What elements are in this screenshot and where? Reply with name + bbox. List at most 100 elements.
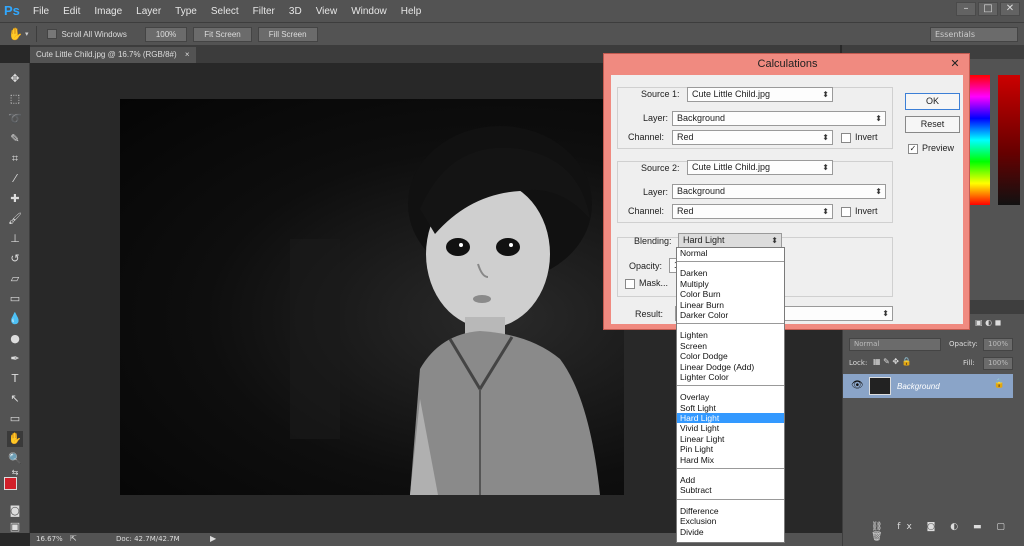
gradient-tool-icon[interactable]: ▭ (7, 291, 23, 307)
blend-option-overlay[interactable]: Overlay (677, 392, 784, 402)
scroll-all-checkbox[interactable] (47, 29, 58, 39)
source2-select[interactable]: Cute Little Child.jpg (687, 160, 833, 175)
blend-option-linear-dodge-add[interactable]: Linear Dodge (Add) (677, 362, 784, 372)
blend-option-vivid-light[interactable]: Vivid Light (677, 423, 784, 433)
type-tool-icon[interactable]: T (7, 371, 23, 387)
blend-option-add[interactable]: Add (677, 475, 784, 485)
menu-edit[interactable]: Edit (56, 6, 87, 17)
fit-screen-button[interactable]: Fit Screen (193, 26, 252, 42)
layer-fill-field[interactable]: 100% (983, 357, 1013, 370)
brush-tool-icon[interactable]: 🖌 (7, 211, 23, 227)
menu-layer[interactable]: Layer (129, 6, 168, 17)
layer-opacity-field[interactable]: 100% (983, 338, 1013, 351)
foreground-color-swatch[interactable] (4, 477, 17, 490)
quick-mask-icon[interactable]: ◙ (7, 503, 23, 519)
history-brush-tool-icon[interactable]: ↺ (7, 251, 23, 267)
menu-window[interactable]: Window (344, 6, 394, 17)
layer-filter-icon[interactable]: ▣ ◐ ◼ (975, 318, 1001, 327)
channel2-select[interactable]: Red (672, 204, 833, 219)
blend-option-exclusion[interactable]: Exclusion (677, 516, 784, 526)
blend-option-color-burn[interactable]: Color Burn (677, 289, 784, 299)
blend-option-subtract[interactable]: Subtract (677, 485, 784, 495)
dialog-close-icon[interactable]: ✕ (945, 56, 965, 72)
blend-option-divide[interactable]: Divide (677, 527, 784, 537)
blur-tool-icon[interactable]: 💧 (7, 311, 23, 327)
invert1-checkbox[interactable] (841, 133, 851, 143)
color-field[interactable] (998, 75, 1020, 205)
blend-option-linear-burn[interactable]: Linear Burn (677, 300, 784, 310)
blend-option-soft-light[interactable]: Soft Light (677, 403, 784, 413)
path-select-tool-icon[interactable]: ↖ (7, 391, 23, 407)
menu-select[interactable]: Select (204, 6, 246, 17)
color-spectrum-slider[interactable] (968, 75, 990, 205)
preview-checkbox[interactable]: ✓ (908, 144, 918, 154)
dodge-tool-icon[interactable]: ● (7, 331, 23, 347)
tools-panel: ✥ ⬚ ➰ ✎ ⌗ ⁄ ✚ 🖌 ⊥ ↺ ▱ ▭ 💧 ● ✒ T ↖ ▭ ✋ 🔍 … (0, 63, 30, 533)
zoom-100-button[interactable]: 100% (144, 26, 188, 42)
blending-select[interactable]: Hard Light (678, 233, 782, 248)
layer-row-background[interactable]: 👁 Background 🔒 (843, 374, 1013, 398)
blend-option-color-dodge[interactable]: Color Dodge (677, 351, 784, 361)
blend-option-linear-light[interactable]: Linear Light (677, 434, 784, 444)
close-window-button[interactable]: ✕ (1000, 2, 1020, 16)
healing-brush-tool-icon[interactable]: ✚ (7, 191, 23, 207)
maximize-button[interactable]: □ (978, 2, 998, 16)
ok-button[interactable]: OK (905, 93, 960, 110)
marquee-tool-icon[interactable]: ⬚ (7, 91, 23, 107)
blend-option-multiply[interactable]: Multiply (677, 279, 784, 289)
document-tab-close-icon[interactable]: × (185, 50, 190, 59)
blend-option-darker-color[interactable]: Darker Color (677, 310, 784, 320)
status-menu-arrow-icon[interactable]: ▶ (210, 534, 216, 543)
move-tool-icon[interactable]: ✥ (7, 71, 23, 87)
fill-screen-button[interactable]: Fill Screen (257, 26, 318, 42)
export-icon[interactable]: ⇱ (70, 534, 77, 543)
source1-select[interactable]: Cute Little Child.jpg (687, 87, 833, 102)
minimize-button[interactable]: – (956, 2, 976, 16)
blend-option-screen[interactable]: Screen (677, 341, 784, 351)
eyedropper-tool-icon[interactable]: ⁄ (7, 171, 23, 187)
layer-name[interactable]: Background (897, 382, 940, 391)
tool-preset-chevron-icon[interactable]: ▾ (25, 30, 29, 38)
dialog-body: Source 1: Cute Little Child.jpg Layer: B… (611, 75, 963, 324)
zoom-readout[interactable]: 16.67% (36, 535, 63, 543)
menu-type[interactable]: Type (168, 6, 204, 17)
blend-option-normal[interactable]: Normal (677, 248, 784, 258)
hand-tool-icon[interactable]: ✋ (7, 431, 23, 447)
eraser-tool-icon[interactable]: ▱ (7, 271, 23, 287)
layer-visibility-eye-icon[interactable]: 👁 (851, 380, 864, 391)
menu-image[interactable]: Image (87, 6, 129, 17)
blend-option-lighter-color[interactable]: Lighter Color (677, 372, 784, 382)
layer2-label: Layer: (643, 187, 669, 197)
hand-tool-icon[interactable]: ✋ (8, 27, 23, 41)
mask-checkbox[interactable] (625, 279, 635, 289)
lock-icons[interactable]: ▦ ✎ ✥ 🔒 (873, 357, 912, 366)
menu-file[interactable]: File (26, 6, 56, 17)
blend-option-difference[interactable]: Difference (677, 506, 784, 516)
quick-select-tool-icon[interactable]: ✎ (7, 131, 23, 147)
reset-button[interactable]: Reset (905, 116, 960, 133)
screen-mode-icon[interactable]: ▣ (7, 519, 23, 535)
crop-tool-icon[interactable]: ⌗ (7, 151, 23, 167)
invert2-checkbox[interactable] (841, 207, 851, 217)
workspace-select[interactable]: Essentials (930, 27, 1018, 42)
channel1-select[interactable]: Red (672, 130, 833, 145)
blend-option-darken[interactable]: Darken (677, 268, 784, 278)
layer1-select[interactable]: Background (672, 111, 886, 126)
layer2-select[interactable]: Background (672, 184, 886, 199)
menu-3d[interactable]: 3D (282, 6, 309, 17)
document-tab[interactable]: Cute Little Child.jpg @ 16.7% (RGB/8#) × (30, 47, 196, 63)
menu-view[interactable]: View (309, 6, 345, 17)
blend-option-pin-light[interactable]: Pin Light (677, 444, 784, 454)
layers-footer-icons[interactable]: ⛓ fx ◙ ◐ ▬ ▢ 🗑 (871, 522, 1024, 542)
menu-filter[interactable]: Filter (246, 6, 282, 17)
blend-option-hard-light[interactable]: Hard Light (677, 413, 784, 424)
clone-stamp-tool-icon[interactable]: ⊥ (7, 231, 23, 247)
document-image[interactable] (120, 99, 624, 495)
menu-help[interactable]: Help (394, 6, 429, 17)
layer-blend-mode-select[interactable]: Normal (849, 338, 941, 351)
pen-tool-icon[interactable]: ✒ (7, 351, 23, 367)
blend-option-hard-mix[interactable]: Hard Mix (677, 455, 784, 465)
lasso-tool-icon[interactable]: ➰ (7, 111, 23, 127)
shape-tool-icon[interactable]: ▭ (7, 411, 23, 427)
blend-option-lighten[interactable]: Lighten (677, 330, 784, 340)
